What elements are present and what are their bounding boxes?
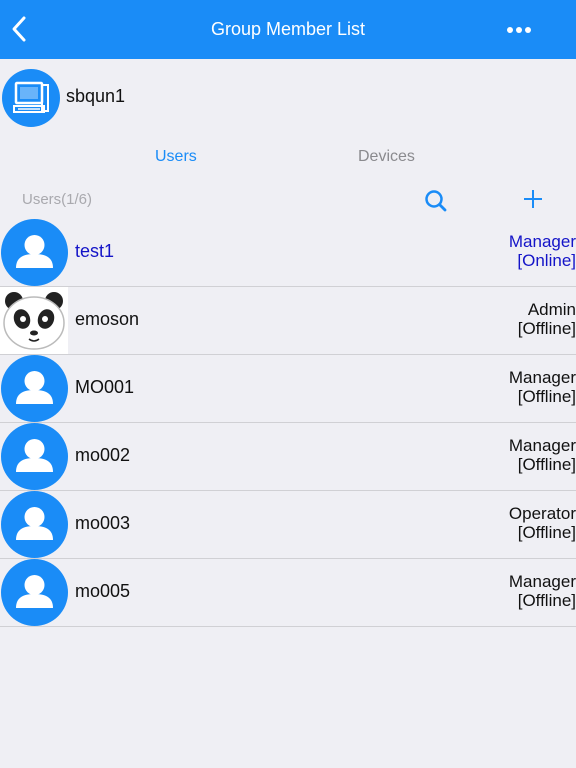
group-header: sbqun1 bbox=[0, 59, 576, 133]
user-role: Manager bbox=[508, 436, 576, 455]
group-avatar bbox=[2, 69, 60, 127]
avatar bbox=[1, 219, 68, 286]
user-role-status: Manager [Offline] bbox=[509, 368, 576, 406]
user-silhouette-icon bbox=[16, 507, 53, 540]
plus-icon[interactable] bbox=[520, 186, 546, 212]
list-item[interactable]: emoson Admin [Offline] bbox=[0, 287, 576, 355]
user-name: mo003 bbox=[75, 513, 131, 533]
user-name: test1 bbox=[75, 241, 115, 261]
user-role: Manager bbox=[508, 572, 576, 591]
avatar bbox=[1, 355, 68, 422]
list-item[interactable]: test1 Manager [Online] bbox=[0, 219, 576, 287]
user-count-label: Users(1/6) bbox=[22, 191, 93, 208]
user-name: MO001 bbox=[75, 377, 135, 397]
user-status: [Offline] bbox=[517, 319, 576, 338]
user-status: [Offline] bbox=[517, 591, 576, 610]
avatar bbox=[1, 423, 68, 490]
avatar bbox=[1, 491, 68, 558]
user-silhouette-icon bbox=[16, 235, 53, 268]
tab-bar: Users Devices bbox=[0, 140, 576, 174]
user-role-status: Manager [Online] bbox=[509, 232, 576, 270]
group-name: sbqun1 bbox=[66, 86, 126, 106]
computer-icon bbox=[13, 81, 49, 113]
user-name: mo005 bbox=[75, 581, 131, 601]
list-item[interactable]: mo002 Manager [Offline] bbox=[0, 423, 576, 491]
user-role: Admin bbox=[527, 300, 576, 319]
tab-users[interactable]: Users bbox=[155, 148, 197, 166]
list-item[interactable]: mo005 Manager [Offline] bbox=[0, 559, 576, 627]
user-silhouette-icon bbox=[16, 575, 53, 608]
list-item[interactable]: mo003 Operator [Offline] bbox=[0, 491, 576, 559]
user-role-status: Operator [Offline] bbox=[509, 504, 576, 542]
user-silhouette-icon bbox=[16, 371, 53, 404]
user-role-status: Admin [Offline] bbox=[518, 300, 576, 338]
user-name: emoson bbox=[75, 309, 140, 329]
user-status: [Offline] bbox=[517, 387, 576, 406]
user-role: Manager bbox=[508, 368, 576, 387]
panda-avatar bbox=[0, 287, 68, 354]
navbar: Group Member List bbox=[0, 0, 576, 59]
page-title: Group Member List bbox=[210, 19, 366, 39]
list-item[interactable]: MO001 Manager [Offline] bbox=[0, 355, 576, 423]
user-status: [Online] bbox=[517, 251, 576, 270]
user-name: mo002 bbox=[75, 445, 131, 465]
user-list: test1 Manager [Online] emoson Admin [Off… bbox=[0, 219, 576, 627]
user-silhouette-icon bbox=[16, 439, 53, 472]
user-status: [Offline] bbox=[517, 455, 576, 474]
more-dots-icon[interactable] bbox=[506, 19, 532, 41]
user-status: [Offline] bbox=[517, 523, 576, 542]
panda-icon bbox=[3, 292, 65, 350]
list-header: Users(1/6) bbox=[0, 182, 576, 218]
user-role: Operator bbox=[508, 504, 576, 523]
search-icon[interactable] bbox=[423, 188, 449, 214]
user-role: Manager bbox=[508, 232, 576, 251]
user-role-status: Manager [Offline] bbox=[509, 436, 576, 474]
user-role-status: Manager [Offline] bbox=[509, 572, 576, 610]
avatar bbox=[1, 559, 68, 626]
tab-devices[interactable]: Devices bbox=[358, 148, 415, 166]
